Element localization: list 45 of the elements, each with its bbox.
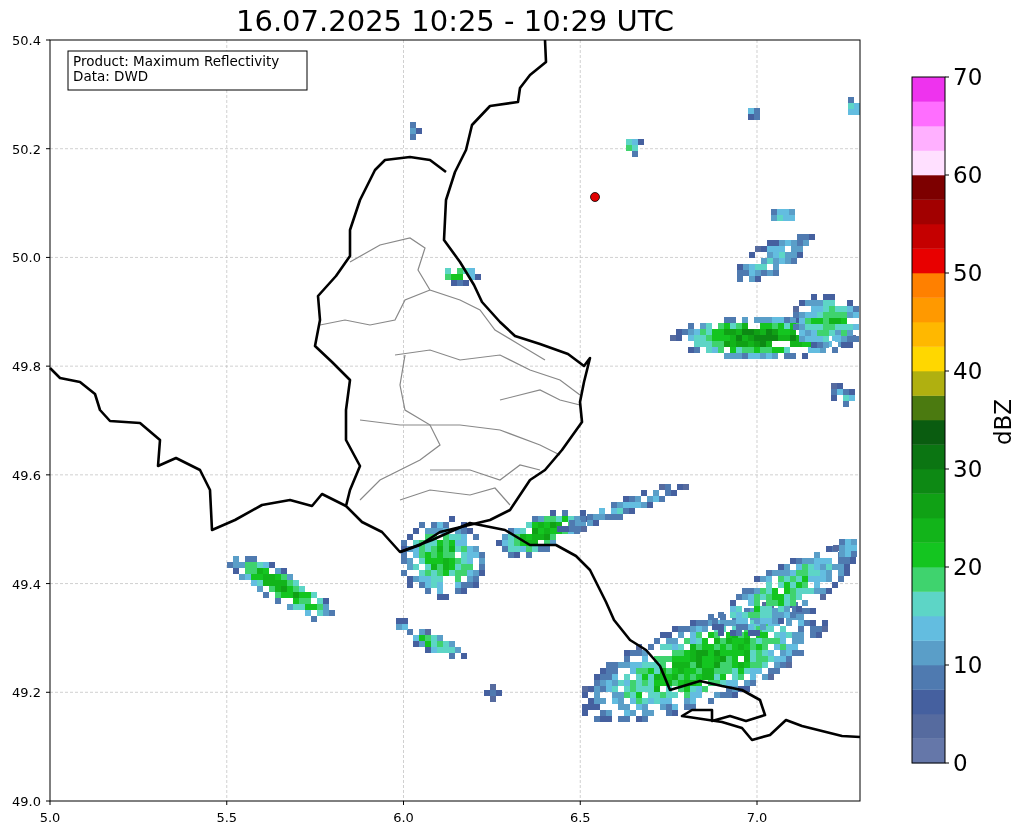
tick-mark xyxy=(944,468,950,470)
colorbar-tick-label: 50 xyxy=(953,260,983,286)
info-text: Data: DWD xyxy=(73,68,149,84)
colorbar-tick-label: 40 xyxy=(953,358,983,384)
tick-mark xyxy=(756,800,758,806)
axis-tick-label: 49.4 xyxy=(12,576,41,592)
axis-tick-label: 50.4 xyxy=(12,33,41,48)
tick-mark xyxy=(45,256,51,258)
colorbar-tick-label: 30 xyxy=(953,456,983,482)
colorbar-tick-label: 20 xyxy=(953,554,983,580)
tick-mark xyxy=(45,39,51,41)
axis-tick-label: 6.0 xyxy=(393,810,414,825)
colorbar-tick-label: 10 xyxy=(953,652,983,678)
colorbar-tick-label: 0 xyxy=(953,750,968,776)
axis-tick-label: 49.6 xyxy=(12,467,41,483)
axis-tick-label: 7.0 xyxy=(746,810,768,825)
axis-tick-label: 49.8 xyxy=(12,359,41,375)
colorbar-tick-label: 70 xyxy=(953,64,983,90)
tick-mark xyxy=(944,272,950,274)
tick-mark xyxy=(579,800,581,806)
tick-mark xyxy=(226,800,228,806)
tick-mark xyxy=(45,691,51,693)
tick-mark xyxy=(944,174,950,176)
tick-mark xyxy=(944,370,950,372)
tick-mark xyxy=(45,148,51,150)
tick-mark xyxy=(944,76,950,78)
colorbar-tick-label: 60 xyxy=(953,162,983,188)
axis-tick-label: 5.0 xyxy=(39,810,61,825)
location-marker xyxy=(590,192,600,202)
tick-mark xyxy=(944,762,950,764)
tick-mark xyxy=(944,664,950,666)
axis-tick-label: 50.0 xyxy=(12,250,41,266)
axis-tick-label: 49.2 xyxy=(12,685,41,701)
colorbar-label: dBZ xyxy=(990,398,1016,446)
tick-mark xyxy=(944,566,950,568)
chart-title: 16.07.2025 10:25 - 10:29 UTC xyxy=(236,4,674,38)
axis-tick-label: 50.2 xyxy=(12,141,41,157)
tick-mark xyxy=(45,365,51,367)
tick-mark xyxy=(45,474,51,476)
info-text: Product: Maximum Reflectivity xyxy=(73,53,280,69)
tick-mark xyxy=(45,583,51,585)
axis-tick-label: 5.5 xyxy=(216,810,238,825)
axis-tick-label: 49.0 xyxy=(12,794,41,809)
tick-mark xyxy=(403,800,404,806)
axis-tick-label: 6.5 xyxy=(569,810,591,825)
